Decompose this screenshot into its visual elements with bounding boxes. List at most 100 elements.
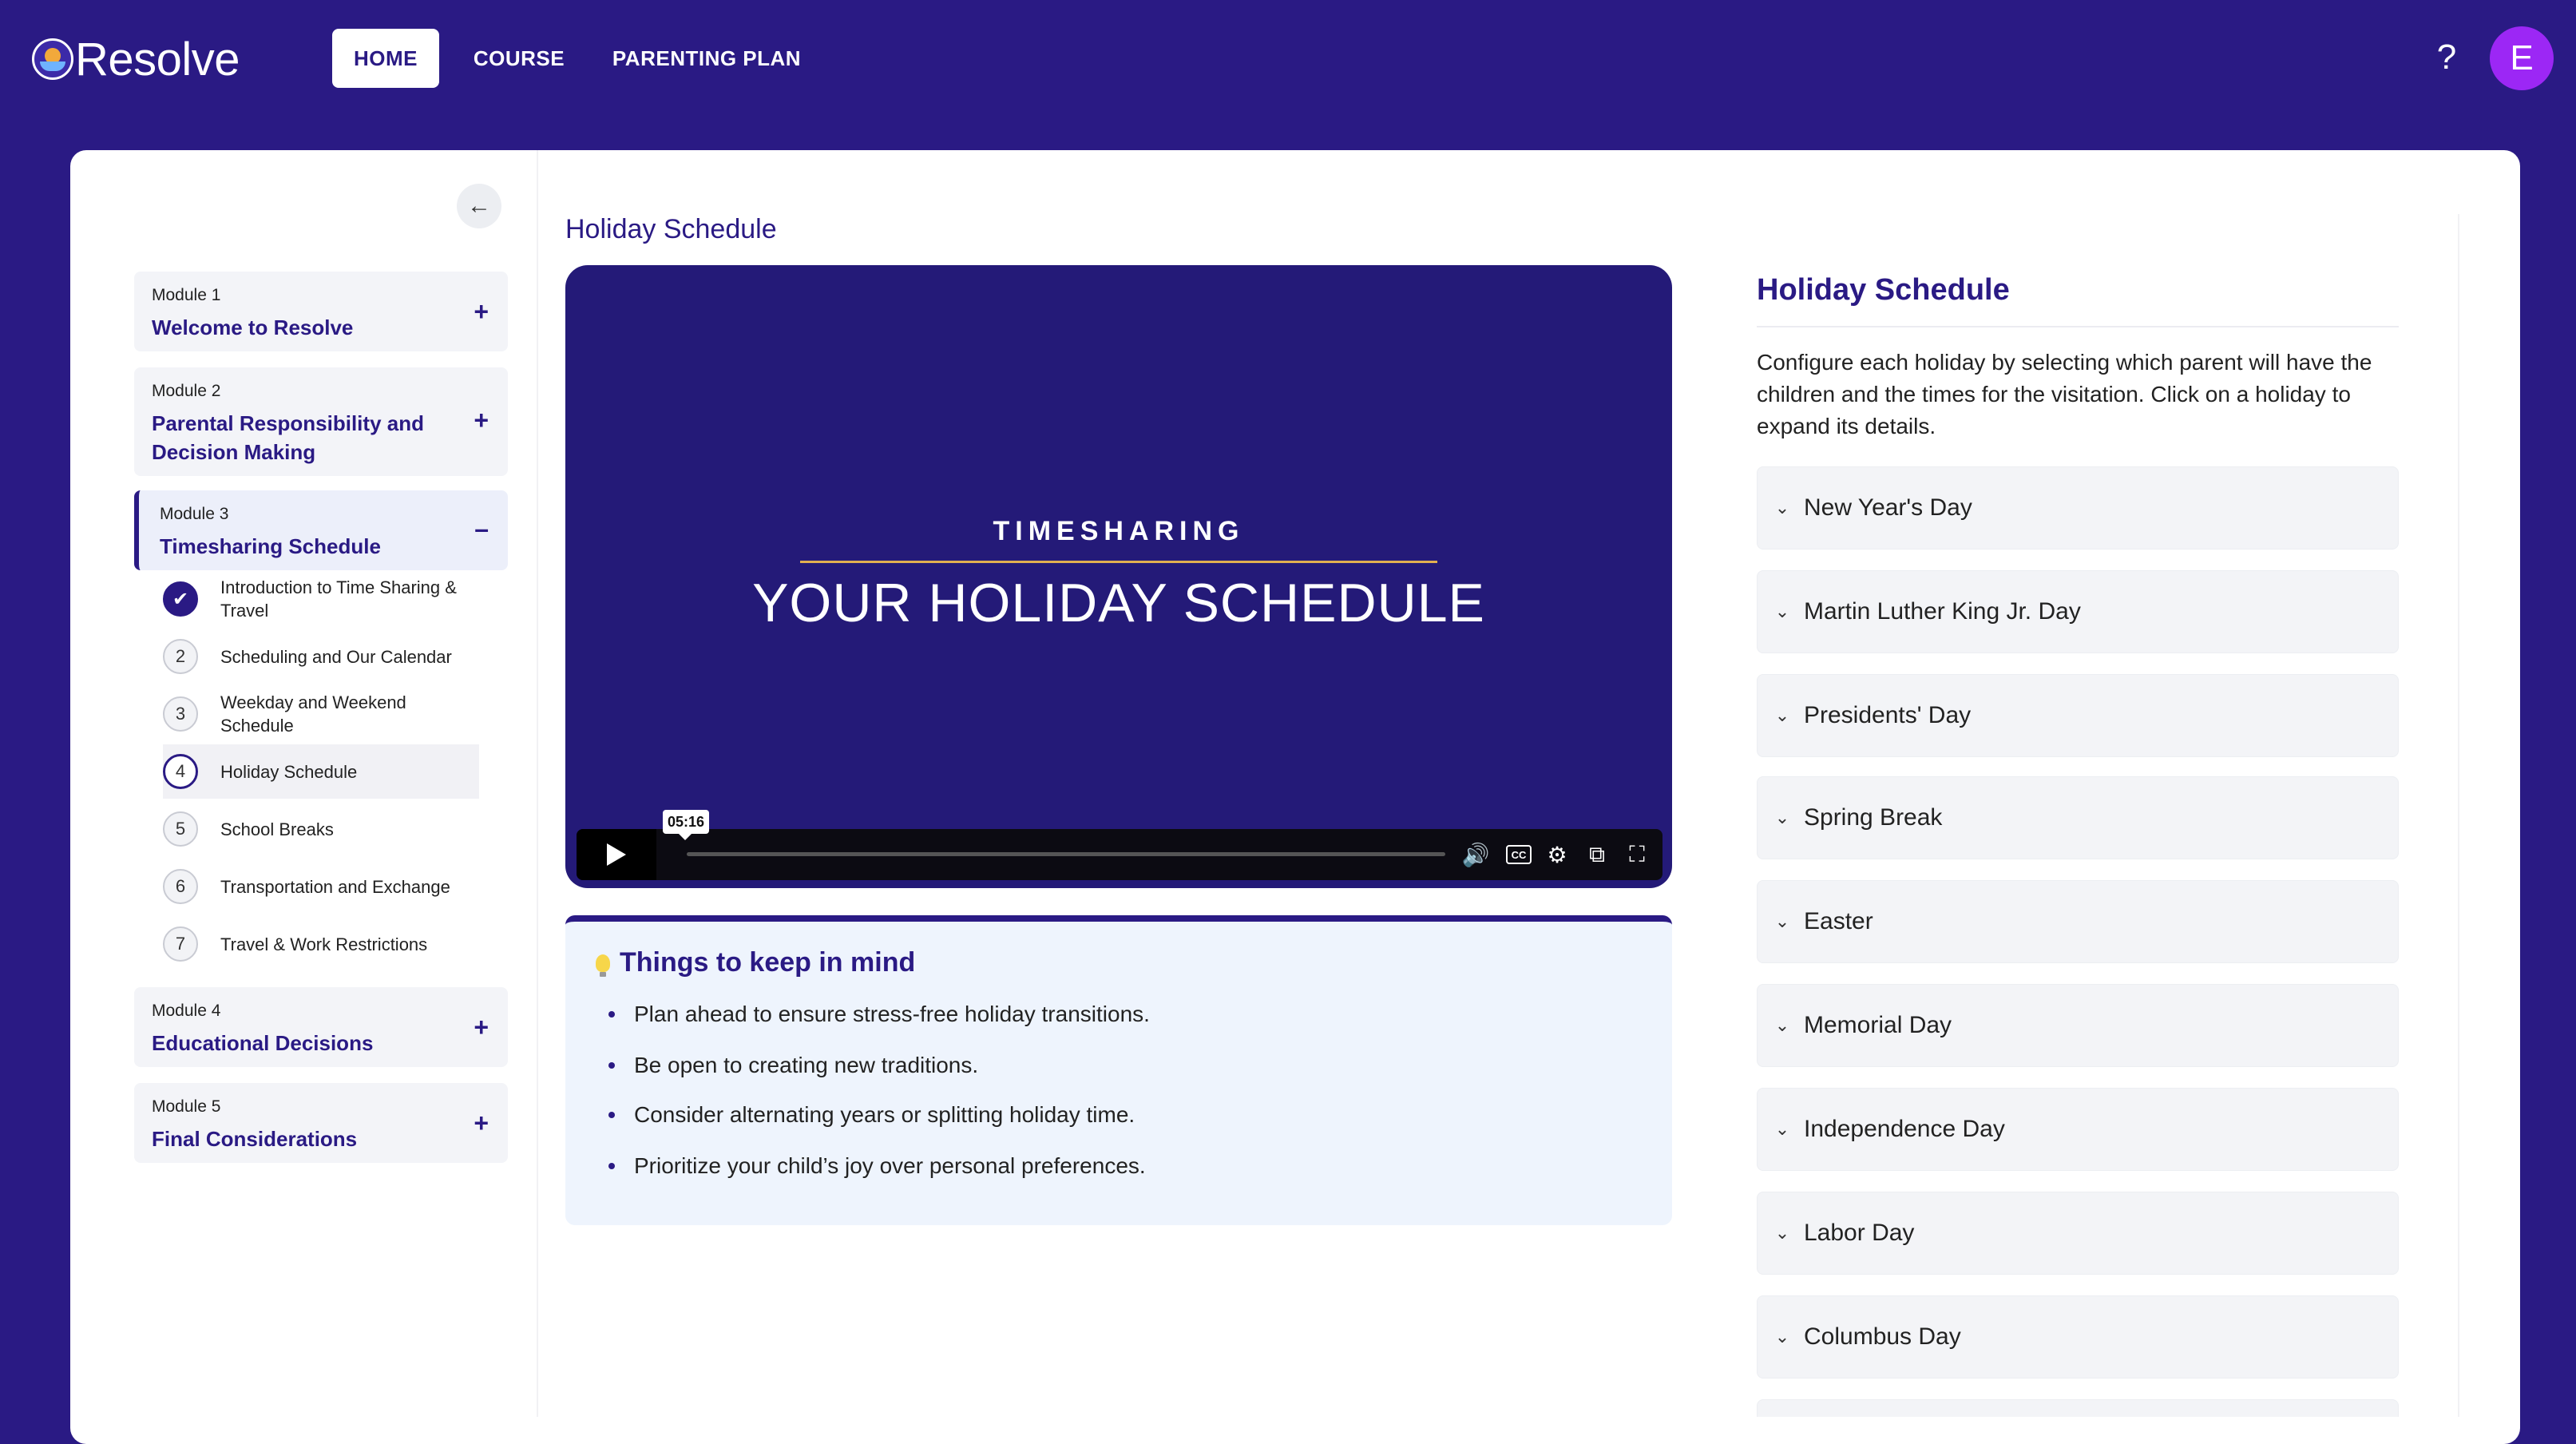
tip-item: Consider alternating years or splitting … <box>608 1102 1135 1128</box>
chevron-down-icon: ⌄ <box>1774 1327 1790 1347</box>
volume-icon[interactable]: 🔊 <box>1461 840 1490 869</box>
module-4[interactable]: Module 4 Educational Decisions + <box>134 987 508 1067</box>
time-tooltip: 05:16 <box>663 810 709 840</box>
lesson-item[interactable]: 2 Scheduling and Our Calendar <box>163 631 479 682</box>
lesson-item-current[interactable]: 4 Holiday Schedule <box>163 744 479 799</box>
chevron-down-icon: ⌄ <box>1774 1015 1790 1035</box>
lesson-number: 5 <box>163 811 198 847</box>
module-title: Educational Decisions <box>152 1031 374 1055</box>
holiday-accordion-item[interactable]: ⌄ Columbus Day <box>1757 1295 2399 1379</box>
holiday-accordion-item[interactable]: ⌄ Presidents' Day <box>1757 674 2399 757</box>
lesson-item[interactable]: 5 School Breaks <box>163 803 479 855</box>
expand-icon[interactable]: + <box>474 406 489 435</box>
holiday-accordion-item[interactable]: ⌄ Easter <box>1757 880 2399 963</box>
module-2[interactable]: Module 2 Parental Responsibility and Dec… <box>134 367 508 476</box>
module-number: Module 5 <box>152 1097 221 1116</box>
captions-icon[interactable]: CC <box>1506 845 1532 864</box>
holiday-panel-description: Configure each holiday by selecting whic… <box>1757 350 2372 438</box>
tip-item: Prioritize your child’s joy over persona… <box>608 1153 1146 1179</box>
expand-icon[interactable]: + <box>474 1109 489 1138</box>
holiday-accordion-item[interactable]: ⌄ Martin Luther King Jr. Day <box>1757 570 2399 653</box>
settings-gear-icon[interactable]: ⚙ <box>1543 840 1571 869</box>
tips-title: Things to keep in mind <box>596 947 915 978</box>
user-avatar[interactable]: E <box>2490 26 2554 90</box>
nav-parenting-plan[interactable]: PARENTING PLAN <box>607 29 806 88</box>
chevron-down-icon: ⌄ <box>1774 705 1790 725</box>
chevron-down-icon: ⌄ <box>1774 911 1790 931</box>
tip-text: Be open to creating new traditions. <box>634 1053 979 1077</box>
collapse-sidebar-button[interactable]: ← <box>457 184 501 228</box>
chevron-down-icon: ⌄ <box>1774 1119 1790 1139</box>
holiday-label: Memorial Day <box>1804 1012 1952 1038</box>
lesson-item[interactable]: ✔ Introduction to Time Sharing & Travel <box>163 572 479 626</box>
bullet-icon <box>608 1062 615 1069</box>
video-subtitle: TIMESHARING <box>993 516 1245 546</box>
module-1[interactable]: Module 1 Welcome to Resolve + <box>134 272 508 351</box>
lesson-item[interactable]: 7 Travel & Work Restrictions <box>163 918 479 970</box>
holiday-accordion-item[interactable]: ⌄ New Year's Day <box>1757 466 2399 549</box>
holiday-label: Columbus Day <box>1804 1323 1961 1350</box>
chevron-down-icon: ⌄ <box>1774 807 1790 827</box>
collapse-icon[interactable]: – <box>474 514 489 544</box>
title-divider <box>1757 326 2399 327</box>
holiday-accordion-item[interactable]: ⌄ Labor Day <box>1757 1192 2399 1275</box>
holiday-label: Labor Day <box>1804 1220 1915 1246</box>
holiday-label: New Year's Day <box>1804 494 1972 521</box>
holiday-accordion-item[interactable]: ⌄ Spring Break <box>1757 776 2399 859</box>
holiday-accordion-item[interactable]: ⌄ Independence Day <box>1757 1088 2399 1171</box>
lesson-label: Travel & Work Restrictions <box>220 934 428 954</box>
arrow-left-icon: ← <box>467 192 491 219</box>
fullscreen-icon[interactable]: ⛶ <box>1623 840 1651 869</box>
holiday-accordion-item[interactable]: ⌄ Memorial Day <box>1757 984 2399 1067</box>
holiday-label: Spring Break <box>1804 804 1943 831</box>
module-number: Module 2 <box>152 382 221 400</box>
module-3[interactable]: Module 3 Timesharing Schedule – <box>134 490 508 570</box>
bullet-icon <box>608 1011 615 1018</box>
holiday-label: Presidents' Day <box>1804 702 1972 728</box>
lesson-number: 2 <box>163 639 198 674</box>
video-progress-bar[interactable] <box>687 852 1445 856</box>
video-divider <box>800 561 1437 563</box>
chevron-down-icon: ⌄ <box>1774 1223 1790 1243</box>
lesson-number: 3 <box>163 696 198 732</box>
lesson-label: School Breaks <box>220 819 334 839</box>
tip-item: Plan ahead to ensure stress-free holiday… <box>608 1002 1150 1027</box>
sidebar-divider <box>537 150 538 1417</box>
check-icon: ✔ <box>163 581 198 617</box>
module-title: Parental Responsibility and Decision Mak… <box>152 411 424 464</box>
module-number: Module 1 <box>152 286 221 304</box>
page-title: Holiday Schedule <box>565 214 777 244</box>
holiday-label: Martin Luther King Jr. Day <box>1804 598 2081 625</box>
lesson-label: Transportation and Exchange <box>220 876 450 897</box>
lesson-number: 4 <box>163 754 198 789</box>
chevron-down-icon: ⌄ <box>1774 601 1790 621</box>
play-button[interactable] <box>577 829 656 880</box>
lesson-label: Holiday Schedule <box>220 761 358 782</box>
resolve-logo-icon <box>32 38 73 80</box>
nav-home[interactable]: HOME <box>332 29 439 88</box>
holiday-accordion-item[interactable] <box>1757 1399 2399 1417</box>
app-name: Resolve <box>75 33 240 85</box>
video-title: YOUR HOLIDAY SCHEDULE <box>752 573 1485 633</box>
lesson-label: Introduction to Time Sharing & Travel <box>220 577 457 621</box>
app-logo[interactable]: Resolve <box>32 33 240 85</box>
tip-item: Be open to creating new traditions. <box>608 1053 978 1078</box>
help-button[interactable]: ? <box>2427 32 2466 83</box>
module-5[interactable]: Module 5 Final Considerations + <box>134 1083 508 1163</box>
holiday-panel-title: Holiday Schedule <box>1757 273 2010 307</box>
nav-course[interactable]: COURSE <box>463 29 575 88</box>
lesson-label: Weekday and Weekend Schedule <box>220 692 406 736</box>
bullet-icon <box>608 1112 615 1118</box>
holiday-label: Easter <box>1804 908 1873 934</box>
holiday-label: Independence Day <box>1804 1116 2005 1142</box>
lesson-item[interactable]: 3 Weekday and Weekend Schedule <box>163 687 479 741</box>
lesson-item[interactable]: 6 Transportation and Exchange <box>163 861 479 912</box>
expand-icon[interactable]: + <box>474 1013 489 1042</box>
lightbulb-icon <box>596 954 610 977</box>
lesson-number: 6 <box>163 869 198 904</box>
play-icon <box>607 843 626 866</box>
expand-icon[interactable]: + <box>474 297 489 327</box>
module-number: Module 4 <box>152 1002 221 1020</box>
picture-in-picture-icon[interactable]: ⧉ <box>1583 840 1611 869</box>
video-player[interactable]: TIMESHARING YOUR HOLIDAY SCHEDULE 05:16 … <box>565 265 1672 888</box>
